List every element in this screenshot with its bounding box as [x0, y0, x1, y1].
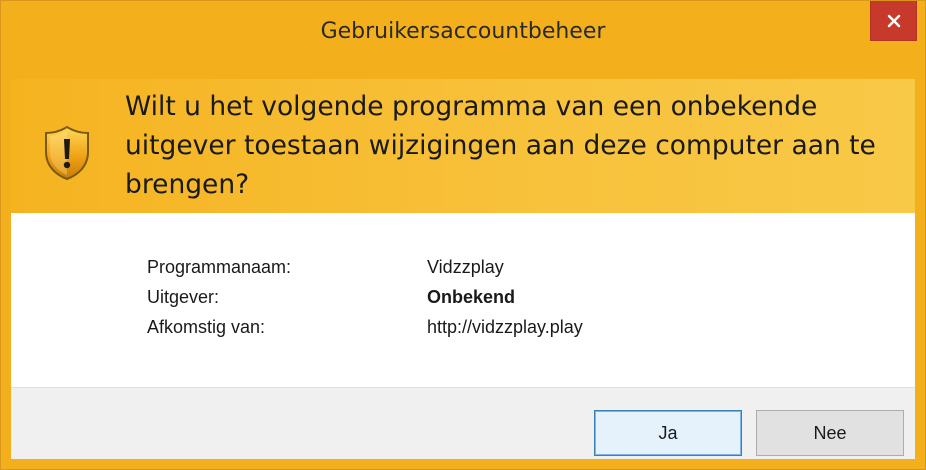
button-bar: Ja Nee	[11, 387, 915, 459]
publisher-row: Uitgever: Onbekend	[147, 287, 847, 309]
program-details: Programmanaam: Vidzzplay Uitgever: Onbek…	[11, 213, 915, 387]
program-name-value: Vidzzplay	[427, 257, 504, 277]
origin-label: Afkomstig van:	[147, 317, 266, 337]
uac-shield-warning-icon	[43, 125, 91, 185]
origin-row: Afkomstig van: http://vidzzplay.play	[147, 317, 847, 339]
close-button[interactable]	[870, 1, 917, 41]
program-name-row: Programmanaam: Vidzzplay	[147, 257, 847, 279]
close-icon	[887, 14, 901, 28]
uac-dialog: Gebruikersaccountbeheer Wilt u het volge…	[0, 0, 926, 470]
uac-question: Wilt u het volgende programma van een on…	[125, 91, 876, 200]
title-bar: Gebruikersaccountbeheer	[1, 1, 925, 79]
origin-value: http://vidzzplay.play	[427, 317, 583, 337]
program-name-label: Programmanaam:	[147, 257, 292, 277]
yes-button[interactable]: Ja	[594, 410, 742, 456]
warning-header: Wilt u het volgende programma van een on…	[11, 79, 915, 213]
publisher-label: Uitgever:	[147, 287, 220, 307]
publisher-value: Onbekend	[427, 287, 516, 307]
no-button[interactable]: Nee	[756, 410, 904, 456]
window-title: Gebruikersaccountbeheer	[320, 19, 606, 44]
